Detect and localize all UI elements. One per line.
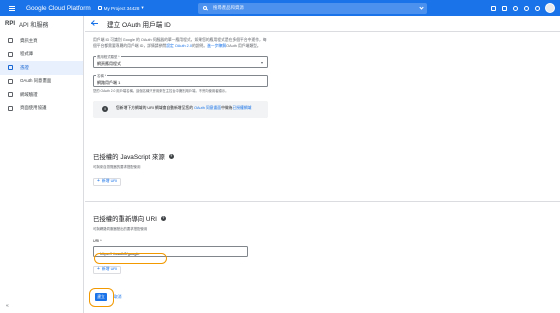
api-logo: RPI — [5, 21, 16, 27]
add-redirect-uri-button[interactable]: + 新增 URI — [93, 265, 122, 274]
info-icon: i — [102, 106, 108, 113]
redirect-uris-section: 已授權的重新導向 URI ? 可與網路伺服器發出的要求搭配使用 URI * ht… — [93, 214, 293, 275]
plus-icon: + — [97, 266, 100, 272]
app-type-value: 網頁應用程式 — [97, 61, 121, 67]
sidebar-item-label: 網域驗證 — [20, 91, 38, 97]
redirect-uris-subtitle: 可與網路伺服器發出的要求搭配使用 — [93, 227, 148, 231]
sidebar-header: RPI API 和服務 — [0, 16, 83, 32]
highlight-ring-uri — [94, 253, 167, 264]
sidebar: RPI API 和服務 資訊主頁 程式庫 憑證 OAuth 同意畫面 網域驗證 … — [0, 16, 84, 313]
project-icon — [97, 6, 102, 10]
consent-icon — [8, 78, 13, 84]
brand-title[interactable]: Google Cloud Platform — [26, 5, 91, 12]
sidebar-item-label: 頁面使用協議 — [20, 105, 47, 111]
help-icon[interactable] — [513, 5, 518, 11]
search-placeholder: 搜尋產品和資源 — [213, 5, 244, 10]
sidebar-item-page-agreements[interactable]: 頁面使用協議 — [0, 102, 83, 116]
form-content: 用戶端 ID 可識別 Google 的 OAuth 伺服器的單一應用程式，如果您… — [93, 38, 268, 118]
sidebar-item-domain-verification[interactable]: 網域驗證 — [0, 88, 83, 102]
help-icon[interactable]: ? — [168, 154, 174, 159]
search-icon — [203, 6, 207, 10]
sidebar-item-label: 憑證 — [20, 64, 29, 70]
js-origins-title-text: 已授權的 JavaScript 來源 — [93, 154, 165, 161]
name-helper-text: 您的 OAuth 2.0 用戶端名稱。這個名稱只會用來在主控台中識別用戶端，不會… — [93, 89, 229, 94]
page-title: 建立 OAuth 用戶端 ID — [107, 21, 171, 29]
section-divider — [85, 201, 560, 202]
avatar[interactable] — [545, 3, 555, 13]
sidebar-item-credentials[interactable]: 憑證 — [0, 61, 83, 75]
key-icon — [8, 65, 13, 71]
name-value: 網路用戶端 1 — [97, 80, 121, 86]
page-header: 建立 OAuth 用戶端 ID — [85, 16, 560, 32]
note-text-part: 中做為 — [221, 106, 233, 111]
project-selector[interactable]: My Project 34428 ▾ — [97, 5, 144, 11]
hamburger-menu-icon[interactable] — [5, 0, 19, 16]
js-origins-title: 已授權的 JavaScript 來源 ? — [93, 152, 293, 161]
back-arrow-icon[interactable] — [91, 21, 99, 27]
notifications-icon[interactable] — [524, 5, 529, 11]
redirect-uris-title-text: 已授權的重新導向 URI — [93, 216, 157, 223]
highlight-ring-create — [89, 288, 114, 307]
sidebar-title: API 和服務 — [19, 22, 49, 29]
gift-icon[interactable] — [491, 5, 496, 11]
name-label: 名稱 * — [96, 73, 108, 79]
project-name: My Project 34428 — [103, 5, 140, 11]
sidebar-item-label: 程式庫 — [20, 51, 34, 57]
dropdown-arrow-icon — [261, 61, 263, 64]
plus-icon: + — [97, 178, 100, 184]
name-field[interactable]: 名稱 * 網路用戶端 1 — [93, 73, 268, 88]
agreement-icon — [8, 105, 13, 111]
app-type-select[interactable]: 應用程式類型 * 網頁應用程式 — [93, 54, 268, 69]
sidebar-item-dashboard[interactable]: 資訊主頁 — [0, 34, 83, 48]
add-redirect-uri-label: 新增 URI — [101, 267, 118, 271]
add-js-origin-button[interactable]: + 新增 URI — [93, 177, 122, 186]
help-icon[interactable]: ? — [160, 216, 166, 221]
oauth-consent-link[interactable]: OAuth 同意畫面 — [194, 106, 221, 110]
sidebar-item-library[interactable]: 程式庫 — [0, 48, 83, 62]
intro-text-part: OAuth 用戶端類型。 — [226, 43, 261, 48]
dashboard-icon — [8, 38, 13, 44]
learn-more-link[interactable]: 進一步瞭解 — [207, 44, 226, 48]
js-origins-subtitle: 可與來自瀏覽器的要求搭配使用 — [93, 165, 141, 169]
setup-oauth-link[interactable]: 設定 OAuth 2.0 — [166, 44, 192, 48]
note-text: 您新增下方網域的 URI 網域會自動新增至您的 OAuth 同意畫面中做為已授權… — [116, 106, 251, 112]
uri-label: URI * — [93, 239, 102, 243]
top-app-bar: Google Cloud Platform My Project 34428 ▾… — [0, 0, 560, 16]
chevron-down-icon: ▾ — [141, 5, 144, 10]
library-icon — [8, 51, 13, 57]
app-type-label: 應用程式類型 * — [96, 54, 121, 60]
sidebar-item-label: 資訊主頁 — [20, 37, 38, 43]
add-js-origin-label: 新增 URI — [101, 179, 118, 183]
cloud-shell-icon[interactable] — [502, 5, 507, 11]
cancel-button[interactable]: 取消 — [114, 295, 122, 300]
search-bar[interactable]: 搜尋產品和資源 — [198, 2, 427, 14]
more-vert-icon[interactable] — [535, 5, 540, 11]
domain-icon — [8, 92, 13, 98]
intro-text-part: 的說明。 — [191, 43, 208, 48]
intro-text: 用戶端 ID 可識別 Google 的 OAuth 伺服器的單一應用程式，如果您… — [93, 38, 268, 49]
search-expand-icon[interactable] — [419, 4, 424, 10]
redirect-uris-title: 已授權的重新導向 URI ? — [93, 214, 293, 223]
authorized-domains-link[interactable]: 已授權網域 — [232, 106, 251, 110]
domain-note: i 您新增下方網域的 URI 網域會自動新增至您的 OAuth 同意畫面中做為已… — [93, 100, 268, 118]
note-text-part: 您新增下方網域的 URI 網域會自動新增至您的 — [116, 106, 193, 111]
sidebar-item-label: OAuth 同意畫面 — [20, 78, 52, 84]
js-origins-section: 已授權的 JavaScript 來源 ? 可與來自瀏覽器的要求搭配使用 + 新增… — [93, 152, 293, 187]
sidebar-item-oauth-consent[interactable]: OAuth 同意畫面 — [0, 75, 83, 89]
collapse-sidebar-icon[interactable]: « — [6, 303, 9, 309]
